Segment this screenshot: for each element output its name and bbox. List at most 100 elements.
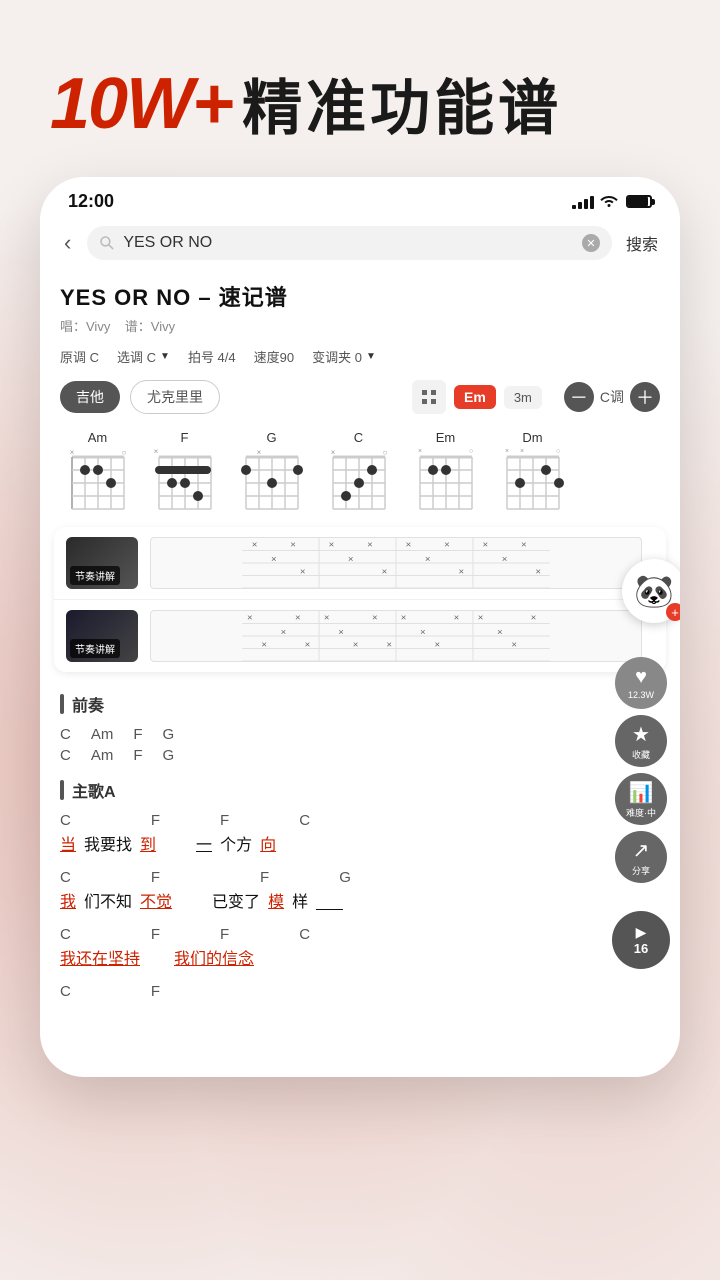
prelude-chords: C Am F G C Am F G	[60, 726, 660, 764]
lyric-word: 我要找	[84, 831, 132, 855]
song-title-area: YES OR NO – 速记谱 唱：Vivy 谱：Vivy	[40, 268, 680, 339]
right-sidebar: ♥ 12.3W ★ 收藏 📊 难度·中 ↗ 分享 ▶ 16	[612, 657, 670, 969]
search-icon	[99, 235, 115, 251]
sheet-area: 前奏 C Am F G C Am F G 主歌A C	[40, 682, 680, 1024]
tutorial-label-2: 节奏讲解	[70, 639, 120, 658]
svg-text:×: ×	[153, 449, 158, 456]
lyric-word: ___	[316, 894, 343, 912]
lyric-word: 我们的信念	[174, 945, 254, 969]
difficulty-button[interactable]: 📊 难度·中	[615, 773, 667, 825]
collect-button[interactable]: ★ 收藏	[615, 715, 667, 767]
app-tagline: 精准功能谱	[242, 60, 562, 147]
capo[interactable]: 变调夹 0 ▼	[312, 347, 376, 366]
svg-text:×: ×	[497, 627, 503, 638]
instrument-ukulele[interactable]: 尤克里里	[130, 380, 220, 414]
lyric-word: 我	[60, 888, 76, 912]
svg-text:×: ×	[69, 449, 74, 457]
lyric-word: 模	[268, 888, 284, 912]
svg-text:×: ×	[330, 449, 335, 457]
svg-text:×: ×	[420, 627, 426, 638]
chord-em[interactable]: Em × ○	[408, 430, 483, 517]
svg-text:×: ×	[520, 449, 524, 455]
selected-key[interactable]: 选调 C ▼	[117, 347, 170, 366]
svg-text:×: ×	[483, 540, 489, 551]
search-submit-button[interactable]: 搜索	[620, 227, 664, 259]
lyric-word: 一	[196, 831, 212, 855]
heart-icon: ♥	[635, 666, 647, 689]
svg-text:○: ○	[556, 449, 560, 455]
chord-grid-button[interactable]	[412, 380, 446, 414]
lyric-word: 我还在坚持	[60, 945, 140, 969]
tempo: 速度90	[254, 347, 294, 366]
tutorial-thumb-2: 节奏讲解	[66, 610, 138, 662]
instrument-guitar[interactable]: 吉他	[60, 381, 120, 413]
difficulty-label: 难度·中	[626, 806, 656, 819]
svg-text:×: ×	[434, 640, 440, 651]
svg-text:○: ○	[382, 449, 387, 457]
chord-em-badge[interactable]: Em	[454, 385, 496, 409]
tutorial-thumb-1: 节奏讲解	[66, 537, 138, 589]
svg-text:×: ×	[247, 613, 253, 624]
song-meta: 唱：Vivy 谱：Vivy	[60, 316, 660, 335]
svg-text:×: ×	[425, 554, 431, 565]
song-title: YES OR NO – 速记谱	[60, 280, 660, 312]
svg-text:×: ×	[372, 613, 378, 624]
svg-text:×: ×	[454, 613, 460, 624]
collect-label: 收藏	[632, 748, 650, 761]
search-row: ‹ YES OR NO ✕ 搜索	[40, 218, 680, 268]
svg-text:×: ×	[444, 540, 450, 551]
tutorial-item-2[interactable]: 节奏讲解 × × × ×	[54, 600, 666, 672]
svg-text:×: ×	[252, 540, 258, 551]
battery-icon	[626, 195, 652, 208]
svg-text:×: ×	[478, 613, 484, 624]
back-button[interactable]: ‹	[56, 226, 79, 260]
chord-g[interactable]: G ×	[234, 430, 309, 517]
chord-f[interactable]: F ×	[147, 430, 222, 517]
status-time: 12:00	[68, 191, 114, 212]
svg-text:×: ×	[521, 540, 527, 551]
chord-c[interactable]: C × ○	[321, 430, 396, 517]
tuning-plus[interactable]: ＋	[630, 382, 660, 412]
like-count: 12.3W	[628, 690, 654, 700]
tutorial-item-1[interactable]: 节奏讲解 ×	[54, 527, 666, 600]
search-wrapper[interactable]: YES OR NO ✕	[87, 226, 612, 260]
tuning-minus[interactable]: －	[564, 382, 594, 412]
share-label: 分享	[632, 864, 650, 877]
like-button[interactable]: ♥ 12.3W	[615, 657, 667, 709]
svg-text:×: ×	[281, 627, 287, 638]
verse-line-2: C F F G 我 们不知 不觉 已变了 模 样 ___	[60, 869, 660, 912]
app-logo: 10W+	[50, 63, 232, 145]
panda-avatar[interactable]: 🐼 +	[622, 559, 680, 623]
section-prelude-label: 前奏	[72, 692, 104, 716]
svg-text:×: ×	[295, 613, 301, 624]
lyric-word: 样	[292, 888, 308, 912]
search-clear-button[interactable]: ✕	[582, 234, 600, 252]
search-query[interactable]: YES OR NO	[123, 234, 574, 252]
instrument-row: 吉他 尤克里里 Em 3m － C调 ＋	[40, 374, 680, 420]
svg-text:×: ×	[502, 554, 508, 565]
svg-text:×: ×	[329, 540, 335, 551]
chart-icon: 📊	[629, 780, 654, 805]
svg-text:×: ×	[401, 613, 407, 624]
play-button[interactable]: ▶ 16	[612, 911, 670, 969]
phone-mockup: 12:00 ‹ YES OR NO ✕ 搜索	[40, 177, 680, 1077]
svg-text:×: ×	[305, 640, 311, 651]
share-button[interactable]: ↗ 分享	[615, 831, 667, 883]
lyric-word: 到	[140, 831, 156, 855]
play-number: 16	[634, 941, 648, 956]
svg-text:×: ×	[353, 640, 359, 651]
chord-am[interactable]: Am × ○	[60, 430, 135, 517]
lyric-word: 们不知	[84, 888, 132, 912]
svg-text:×: ×	[261, 640, 267, 651]
svg-text:×: ×	[418, 449, 422, 455]
section-verse-a-label: 主歌A	[72, 778, 116, 802]
add-follow-badge: +	[666, 603, 680, 621]
app-header: 10W+ 精准功能谱	[0, 0, 720, 177]
section-verse-a: 主歌A	[60, 778, 660, 802]
play-icon: ▶	[636, 924, 647, 941]
signal-icon	[572, 195, 594, 209]
chord-dm[interactable]: Dm × × ○	[495, 430, 570, 517]
svg-text:×: ×	[406, 540, 412, 551]
svg-text:×: ×	[271, 554, 277, 565]
svg-text:○: ○	[121, 449, 126, 457]
